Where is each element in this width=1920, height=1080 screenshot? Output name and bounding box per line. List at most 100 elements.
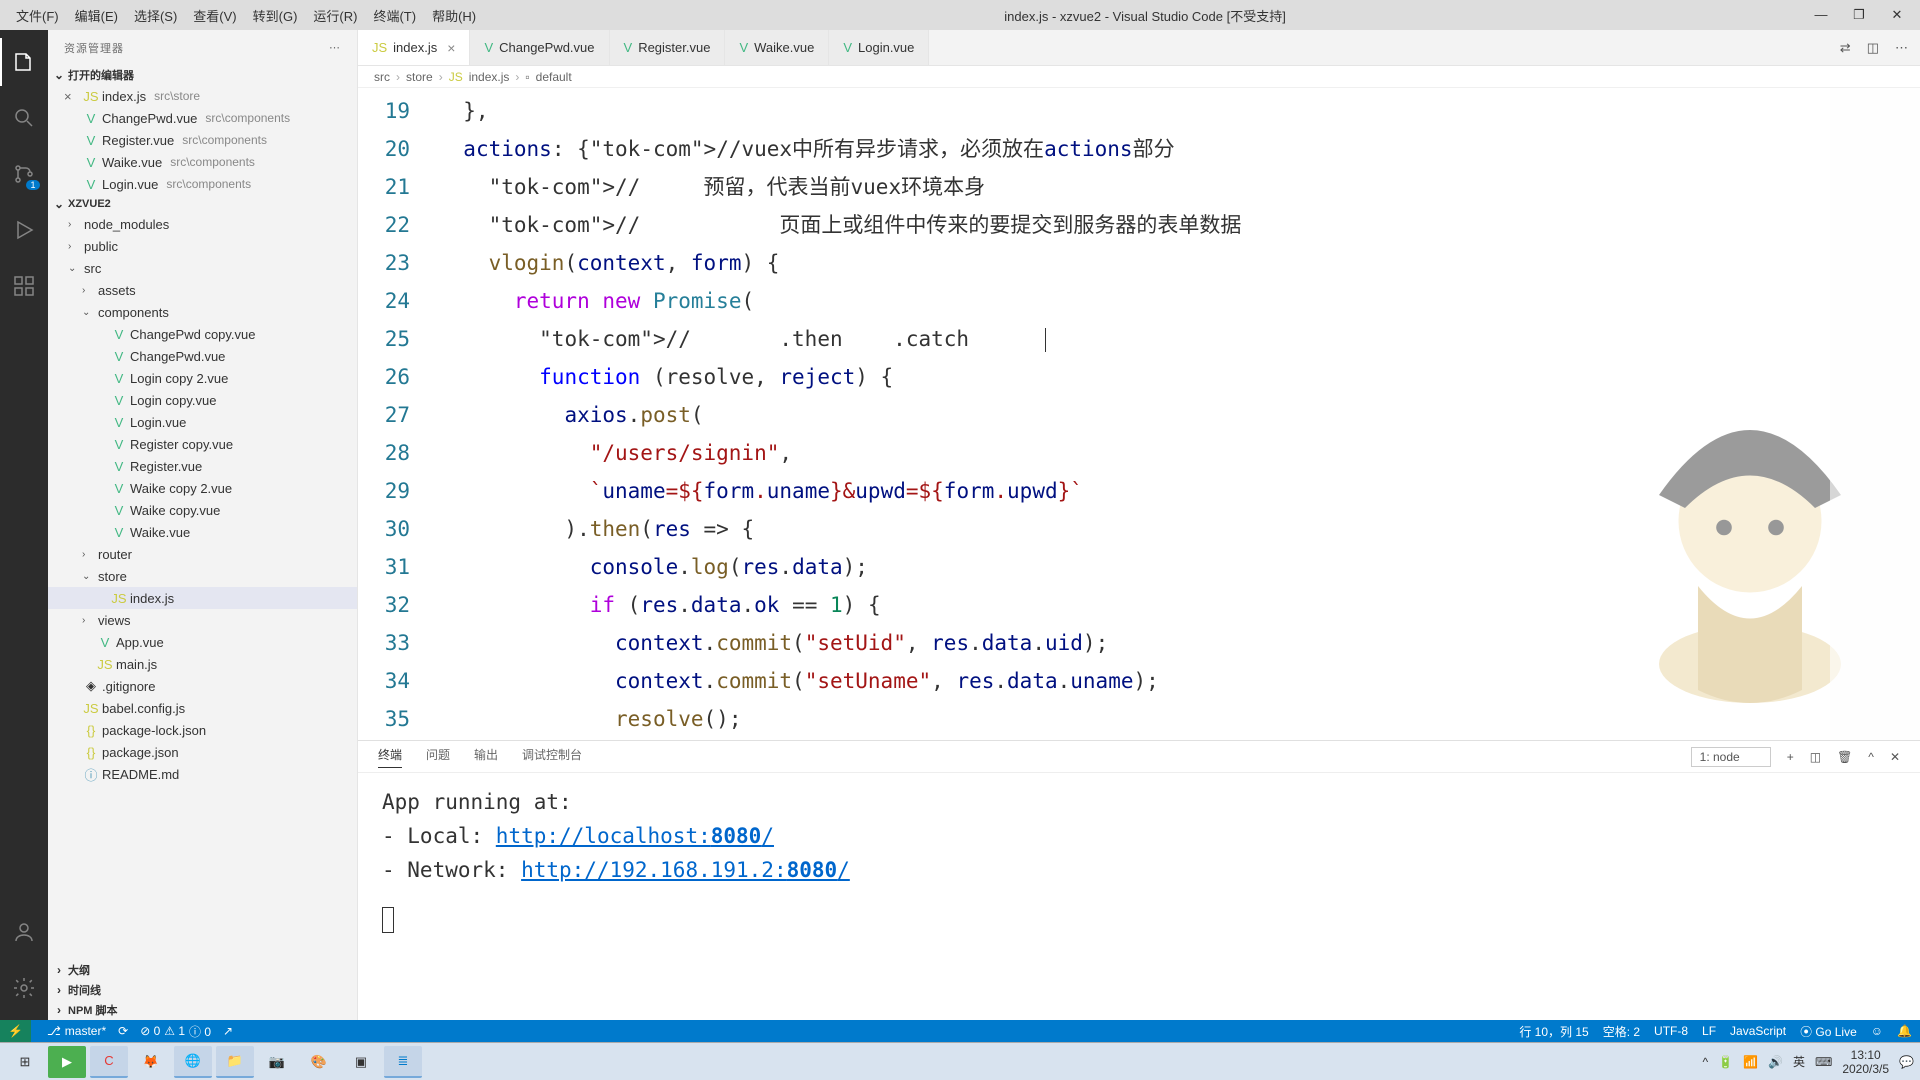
open-editor-item[interactable]: VRegister.vuesrc\components <box>48 129 357 151</box>
editor-tab[interactable]: VRegister.vue <box>610 30 726 65</box>
editor-tab[interactable]: JSindex.js× <box>358 30 470 65</box>
maximize-icon[interactable]: ❐ <box>1852 7 1866 23</box>
file-item[interactable]: VLogin copy 2.vue <box>48 367 357 389</box>
editor-tab[interactable]: VChangePwd.vue <box>470 30 609 65</box>
tray-notifications-icon[interactable]: 💬 <box>1899 1055 1914 1069</box>
file-item[interactable]: {}package.json <box>48 741 357 763</box>
go-live[interactable]: ⦿ Go Live <box>1800 1023 1857 1040</box>
file-item[interactable]: ◈.gitignore <box>48 675 357 697</box>
menu-run[interactable]: 运行(R) <box>313 6 357 25</box>
open-editor-item[interactable]: VChangePwd.vuesrc\components <box>48 107 357 129</box>
file-item[interactable]: JSbabel.config.js <box>48 697 357 719</box>
file-item[interactable]: VChangePwd copy.vue <box>48 323 357 345</box>
open-editor-item[interactable]: ×JSindex.jssrc\store <box>48 85 357 107</box>
file-item[interactable]: VRegister copy.vue <box>48 433 357 455</box>
file-item[interactable]: VChangePwd.vue <box>48 345 357 367</box>
taskbar-app[interactable]: C <box>90 1046 128 1078</box>
problems-count[interactable]: ⊘ 0 ⚠ 1 ⓘ 0 <box>140 1023 211 1040</box>
tray-ime-icon[interactable]: 英 <box>1793 1053 1805 1070</box>
breadcrumb-part[interactable]: index.js <box>469 70 510 84</box>
remote-indicator[interactable]: ⚡ <box>0 1020 31 1042</box>
maximize-panel-icon[interactable]: ^ <box>1868 750 1874 764</box>
close-icon[interactable]: ✕ <box>1890 7 1904 23</box>
open-editor-item[interactable]: VLogin.vuesrc\components <box>48 173 357 195</box>
file-item[interactable]: {}package-lock.json <box>48 719 357 741</box>
tray-wifi-icon[interactable]: 📶 <box>1743 1055 1758 1069</box>
breadcrumb[interactable]: src› store› JSindex.js› ▫default <box>358 66 1920 88</box>
more-icon[interactable]: ⋯ <box>1895 40 1908 56</box>
kill-terminal-icon[interactable]: 🗑 <box>1837 750 1852 764</box>
terminal-selector[interactable]: 1: node <box>1691 747 1771 767</box>
tray-volume-icon[interactable]: 🔊 <box>1768 1055 1783 1069</box>
activity-extensions[interactable] <box>0 262 48 310</box>
taskbar-vscode[interactable]: ≣ <box>384 1046 422 1078</box>
tray-input-icon[interactable]: ⌨ <box>1815 1055 1832 1069</box>
open-editor-item[interactable]: VWaike.vuesrc\components <box>48 151 357 173</box>
compare-icon[interactable]: ⇄ <box>1840 40 1851 56</box>
eol[interactable]: LF <box>1702 1023 1716 1040</box>
project-section[interactable]: ⌄XZVUE2 <box>48 195 357 213</box>
folder-item[interactable]: ›public <box>48 235 357 257</box>
breadcrumb-part[interactable]: src <box>374 70 390 84</box>
file-item[interactable]: VWaike.vue <box>48 521 357 543</box>
cursor-position[interactable]: 行 10，列 15 <box>1519 1023 1588 1040</box>
tray-date[interactable]: 2020/3/5 <box>1842 1062 1889 1076</box>
menu-help[interactable]: 帮助(H) <box>432 6 476 25</box>
activity-debug[interactable] <box>0 206 48 254</box>
collapsed-section[interactable]: ›NPM 脚本 <box>48 1000 357 1020</box>
menu-go[interactable]: 转到(G) <box>253 6 298 25</box>
indentation[interactable]: 空格: 2 <box>1603 1023 1640 1040</box>
editor-tab[interactable]: VWaike.vue <box>725 30 829 65</box>
tab-close-icon[interactable]: × <box>447 40 455 56</box>
menu-view[interactable]: 查看(V) <box>193 6 236 25</box>
folder-item[interactable]: ›views <box>48 609 357 631</box>
folder-item[interactable]: ⌄components <box>48 301 357 323</box>
file-item[interactable]: VApp.vue <box>48 631 357 653</box>
menu-selection[interactable]: 选择(S) <box>134 6 177 25</box>
activity-account[interactable] <box>0 908 48 956</box>
feedback-icon[interactable]: ☺ <box>1871 1023 1883 1040</box>
activity-settings[interactable] <box>0 964 48 1012</box>
collapsed-section[interactable]: ›大纲 <box>48 960 357 980</box>
live-share-icon[interactable]: ↗ <box>223 1024 233 1038</box>
split-terminal-icon[interactable]: ◫ <box>1810 750 1821 764</box>
git-branch[interactable]: ⎇ master* <box>47 1024 106 1038</box>
taskbar-app[interactable]: ▶ <box>48 1046 86 1078</box>
open-editors-section[interactable]: ⌄打开的编辑器 <box>48 65 357 85</box>
minimap[interactable] <box>1830 88 1920 740</box>
taskbar-terminal[interactable]: ▣ <box>342 1046 380 1078</box>
folder-item[interactable]: ›router <box>48 543 357 565</box>
file-item[interactable]: VLogin copy.vue <box>48 389 357 411</box>
activity-explorer[interactable] <box>0 38 48 86</box>
sync-icon[interactable]: ⟳ <box>118 1024 128 1038</box>
close-panel-icon[interactable]: ✕ <box>1890 750 1900 764</box>
code-content[interactable]: }, actions: {"tok-com">//vuex中所有异步请求，必须放… <box>438 88 1920 740</box>
folder-item[interactable]: ›assets <box>48 279 357 301</box>
language-mode[interactable]: JavaScript <box>1730 1023 1786 1040</box>
file-item[interactable]: ⓘREADME.md <box>48 763 357 785</box>
taskbar-app[interactable]: 🎨 <box>300 1046 338 1078</box>
panel-tab-terminal[interactable]: 终端 <box>378 746 402 768</box>
notifications-icon[interactable]: 🔔 <box>1897 1023 1912 1040</box>
taskbar-app[interactable]: 🦊 <box>132 1046 170 1078</box>
menu-file[interactable]: 文件(F) <box>16 6 59 25</box>
tray-battery-icon[interactable]: 🔋 <box>1718 1055 1733 1069</box>
start-button[interactable]: ⊞ <box>6 1046 44 1078</box>
file-item[interactable]: JSindex.js <box>48 587 357 609</box>
file-item[interactable]: JSmain.js <box>48 653 357 675</box>
taskbar-app[interactable]: 📷 <box>258 1046 296 1078</box>
panel-tab-problems[interactable]: 问题 <box>426 746 450 767</box>
close-editor-icon[interactable]: × <box>64 89 78 104</box>
panel-tab-debug[interactable]: 调试控制台 <box>522 746 582 767</box>
editor-tab[interactable]: VLogin.vue <box>829 30 929 65</box>
breadcrumb-part[interactable]: store <box>406 70 433 84</box>
menu-terminal[interactable]: 终端(T) <box>373 6 416 25</box>
file-item[interactable]: VLogin.vue <box>48 411 357 433</box>
folder-item[interactable]: ⌄src <box>48 257 357 279</box>
panel-tab-output[interactable]: 输出 <box>474 746 498 767</box>
taskbar-chrome[interactable]: 🌐 <box>174 1046 212 1078</box>
file-item[interactable]: VWaike copy.vue <box>48 499 357 521</box>
split-icon[interactable]: ◫ <box>1867 40 1879 56</box>
file-item[interactable]: VRegister.vue <box>48 455 357 477</box>
code-editor[interactable]: 1920212223242526272829303132333435 }, ac… <box>358 88 1920 740</box>
